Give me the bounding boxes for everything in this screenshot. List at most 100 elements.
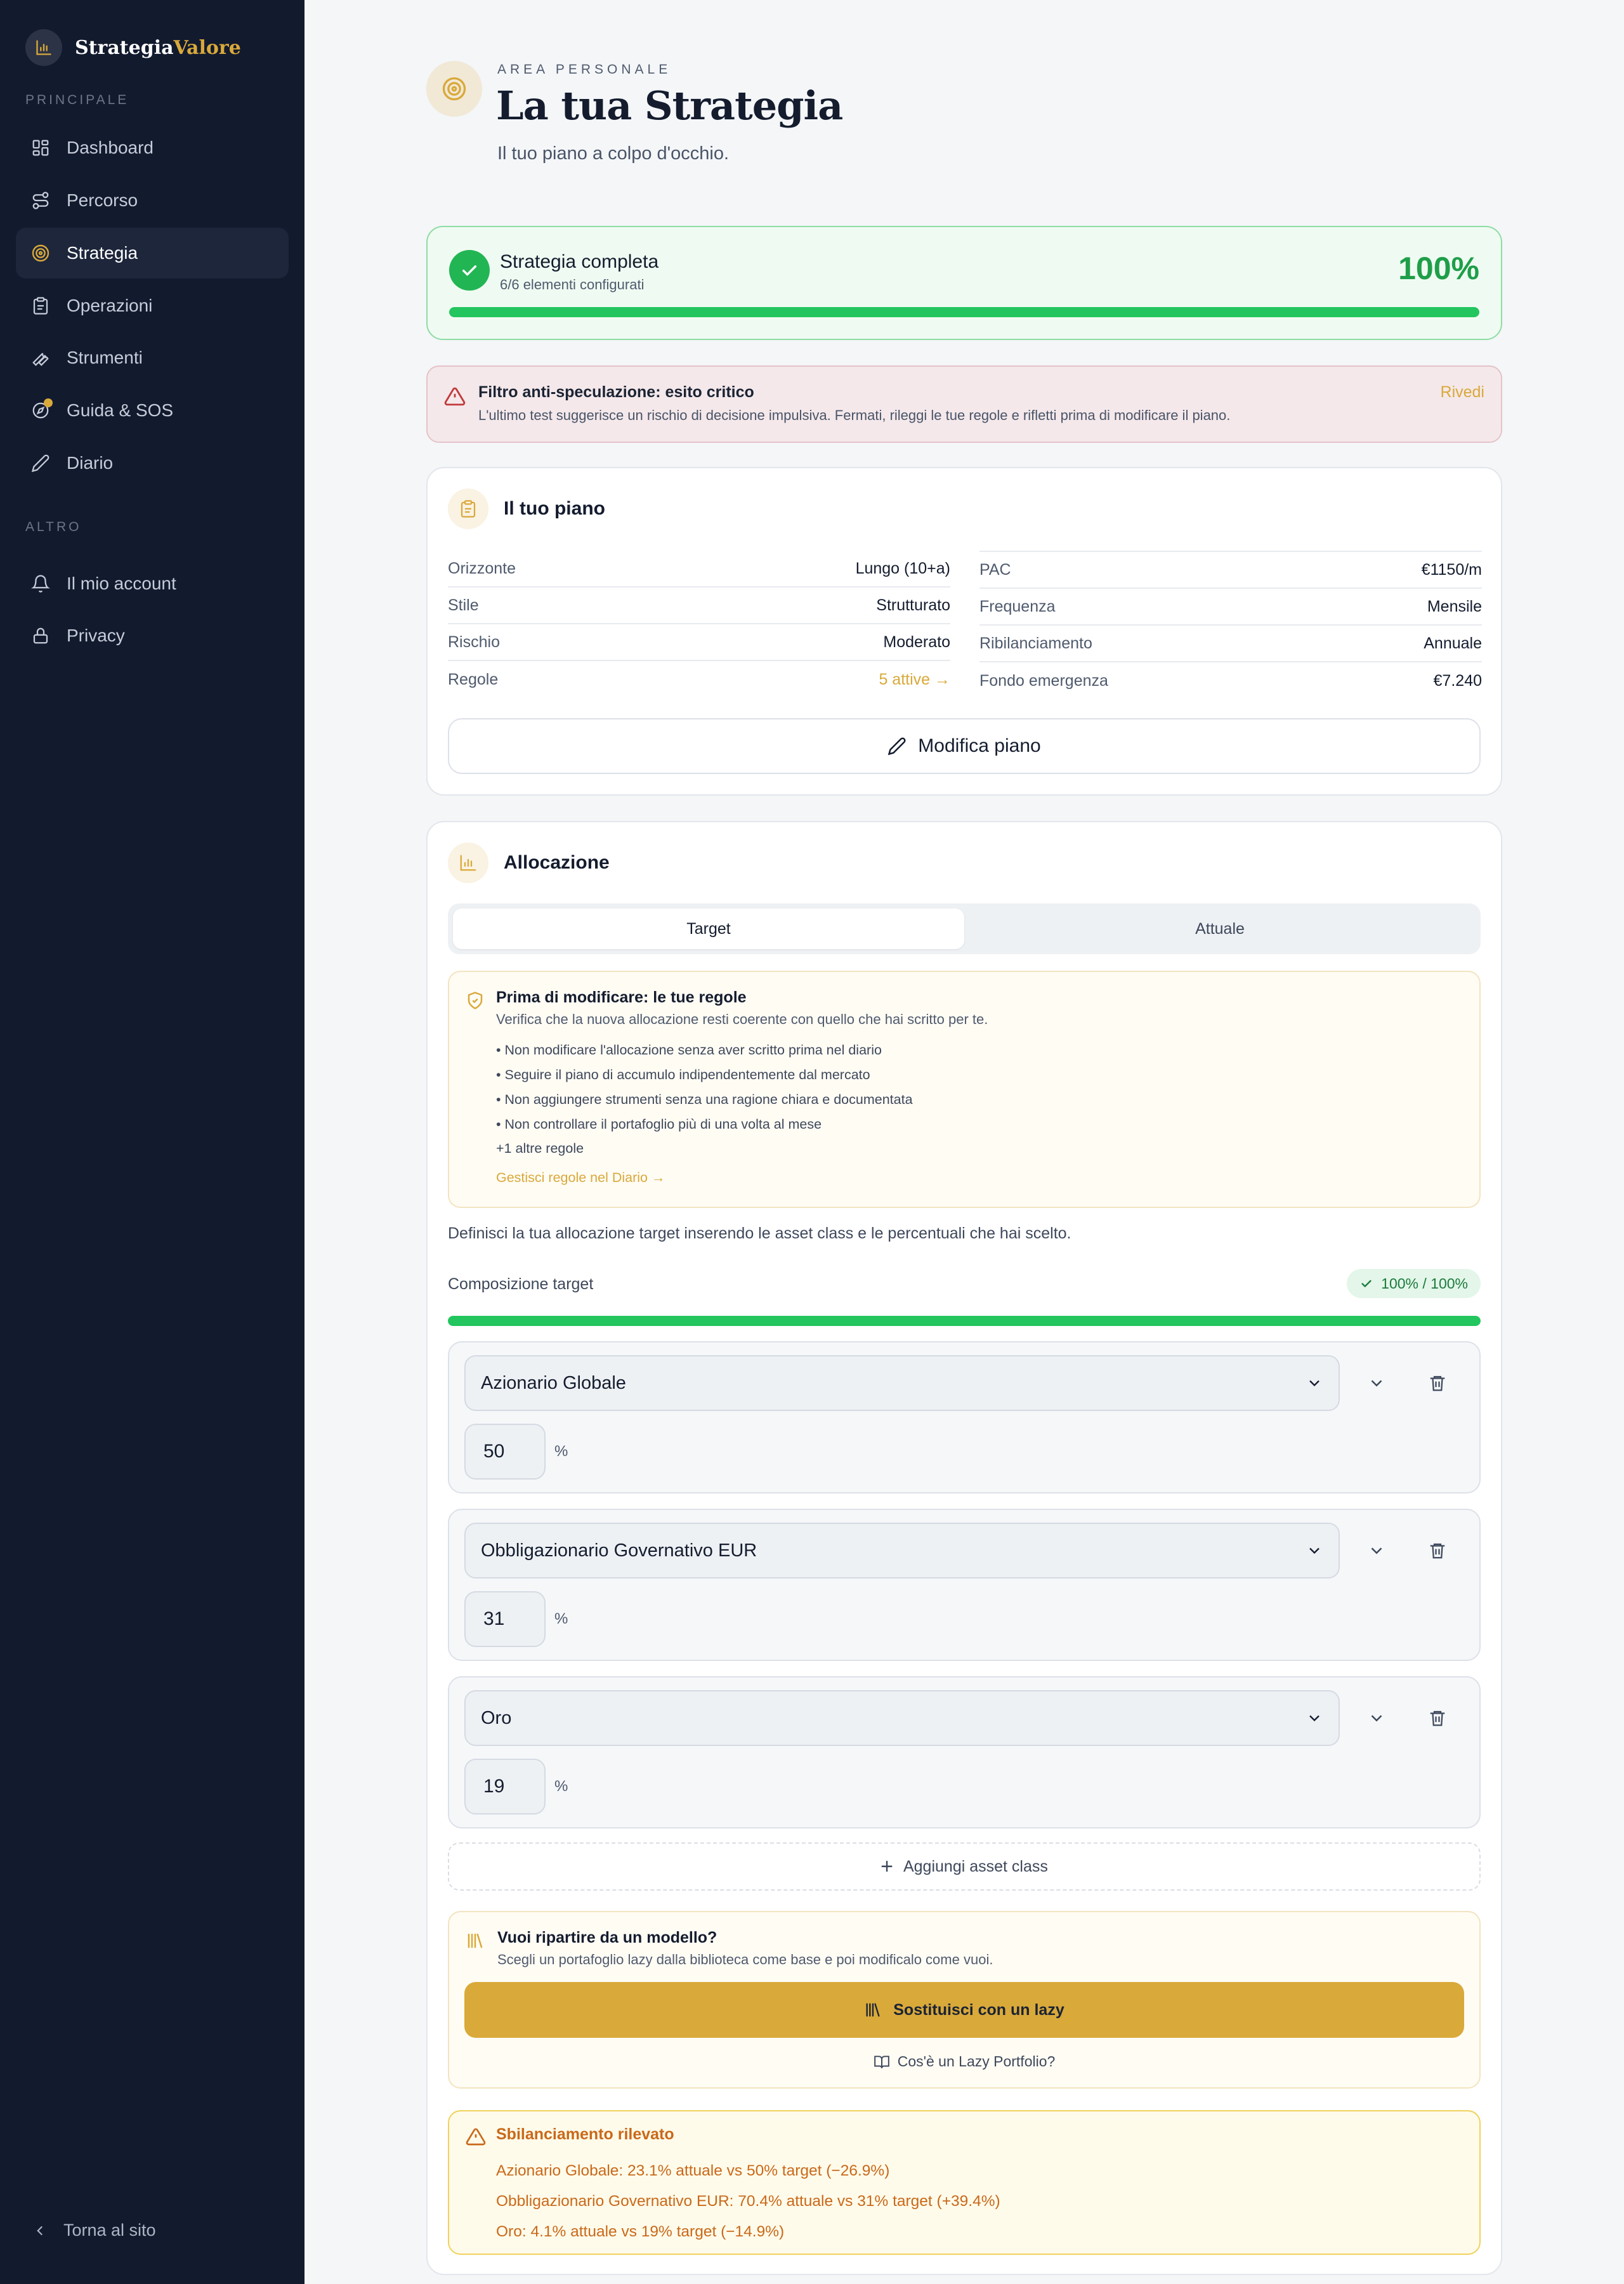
sidebar: StrategiaValore PRINCIPALE Dashboard Per… xyxy=(0,0,304,2284)
clipboard-icon xyxy=(30,295,51,317)
allocation-tabs: Target Attuale xyxy=(448,903,1481,954)
delete-asset-button[interactable] xyxy=(1424,1537,1451,1565)
asset-class-select[interactable]: Oro xyxy=(464,1690,1340,1746)
speculation-alert: Filtro anti-speculazione: esito critico … xyxy=(426,365,1502,443)
completion-progress-fill xyxy=(449,307,1479,317)
sidebar-item-strategia[interactable]: Strategia xyxy=(16,228,289,279)
percent-sign: % xyxy=(554,1610,568,1627)
brand-name: StrategiaValore xyxy=(75,36,241,59)
alert-title: Filtro anti-speculazione: esito critico xyxy=(478,383,754,401)
warning-icon xyxy=(444,386,466,410)
check-icon xyxy=(449,250,490,291)
composition-progress-fill xyxy=(448,1316,1481,1326)
sidebar-item-privacy[interactable]: Privacy xyxy=(16,610,289,661)
sidebar-item-operazioni[interactable]: Operazioni xyxy=(16,280,289,331)
rules-more: +1 altre regole xyxy=(496,1141,584,1156)
sidebar-item-account[interactable]: Il mio account xyxy=(16,558,289,609)
expand-button[interactable] xyxy=(1363,1537,1391,1565)
asset-class-value: Oro xyxy=(481,1707,512,1728)
rules-link[interactable]: 5 attive → xyxy=(879,671,950,689)
route-icon xyxy=(30,190,51,211)
percent-input[interactable]: 50 xyxy=(464,1424,546,1480)
library-icon xyxy=(866,2003,880,2017)
bar-chart-icon xyxy=(25,29,62,66)
lazy-portfolio-info-label: Cos'è un Lazy Portfolio? xyxy=(897,2053,1056,2070)
rule-item: • Non aggiungere strumenti senza una rag… xyxy=(496,1092,913,1107)
target-icon xyxy=(30,242,51,264)
percent-input[interactable]: 31 xyxy=(464,1591,546,1647)
section-label-main: PRINCIPALE xyxy=(25,93,129,107)
rules-title: Prima di modificare: le tue regole xyxy=(496,988,747,1006)
imbalance-warning: Sbilanciamento rilevato Azionario Global… xyxy=(448,2110,1481,2255)
sidebar-item-strumenti[interactable]: Strumenti xyxy=(16,332,289,383)
sidebar-item-label: Il mio account xyxy=(67,574,176,593)
grid-icon xyxy=(30,137,51,159)
sidebar-item-label: Strumenti xyxy=(67,348,143,367)
bar-chart-icon xyxy=(448,843,488,883)
edit-plan-button[interactable]: Modifica piano xyxy=(448,718,1481,774)
allocation-card: Allocazione Target Attuale Prima di modi… xyxy=(426,821,1502,2275)
asset-class-select[interactable]: Azionario Globale xyxy=(464,1355,1340,1411)
back-to-site-link[interactable]: Torna al sito xyxy=(32,2221,156,2240)
composition-badge-text: 100% / 100% xyxy=(1381,1275,1468,1292)
library-icon xyxy=(466,1931,485,1953)
percent-sign: % xyxy=(554,1443,568,1460)
plan-details-right: PAC €1150/m Frequenza Mensile Ribilanciame… xyxy=(979,551,1482,699)
allocation-hint: Definisci la tua allocazione target inse… xyxy=(448,1224,1071,1242)
target-icon xyxy=(426,61,482,117)
sidebar-item-diario[interactable]: Diario xyxy=(16,438,289,489)
plan-row-risk: Rischio Moderato xyxy=(448,624,950,661)
rule-item: • Seguire il piano di accumulo indipende… xyxy=(496,1067,870,1082)
delete-asset-button[interactable] xyxy=(1424,1369,1451,1397)
expand-button[interactable] xyxy=(1363,1369,1391,1397)
brand[interactable]: StrategiaValore xyxy=(25,29,241,66)
rule-item: • Non controllare il portafoglio più di … xyxy=(496,1117,822,1132)
plan-row-pac: PAC €1150/m xyxy=(979,552,1482,589)
asset-row: Obbligazionario Governativo EUR 31 % xyxy=(448,1509,1481,1661)
sidebar-item-label: Strategia xyxy=(67,243,138,263)
composition-progress-bar xyxy=(448,1316,1481,1326)
edit-plan-label: Modifica piano xyxy=(918,735,1041,756)
pencil-icon xyxy=(30,452,51,474)
chevron-down-icon xyxy=(1309,1380,1320,1387)
alert-text: L'ultimo test suggerisce un rischio di d… xyxy=(478,407,1231,423)
chevron-down-icon xyxy=(1309,1547,1320,1554)
manage-rules-link[interactable]: Gestisci regole nel Diario → xyxy=(496,1170,665,1186)
imbalance-list: Azionario Globale: 23.1% attuale vs 50% … xyxy=(496,2156,1000,2247)
trash-icon xyxy=(1430,1543,1445,1559)
pencil-icon xyxy=(887,737,906,756)
asset-class-value: Azionario Globale xyxy=(481,1372,626,1393)
tab-actual[interactable]: Attuale xyxy=(964,909,1476,949)
composition-label: Composizione target xyxy=(448,1275,594,1293)
composition-badge: 100% / 100% xyxy=(1347,1269,1481,1298)
completion-card: Strategia completa 6/6 elementi configur… xyxy=(426,226,1502,340)
sidebar-item-guida-sos[interactable]: Guida & SOS xyxy=(16,385,289,436)
rules-subtitle: Verifica che la nuova allocazione resti … xyxy=(496,1011,988,1027)
lazy-portfolio-info-link[interactable]: Cos'è un Lazy Portfolio? xyxy=(449,2053,1479,2070)
sidebar-item-label: Percorso xyxy=(67,190,138,210)
sidebar-item-dashboard[interactable]: Dashboard xyxy=(16,122,289,173)
rules-reminder: Prima di modificare: le tue regole Verif… xyxy=(448,971,1481,1208)
percent-input[interactable]: 19 xyxy=(464,1759,546,1815)
chevron-down-icon xyxy=(1371,1380,1382,1387)
review-link[interactable]: Rivedi xyxy=(1441,383,1484,402)
expand-button[interactable] xyxy=(1363,1704,1391,1732)
asset-row: Oro 19 % xyxy=(448,1676,1481,1828)
tab-target[interactable]: Target xyxy=(453,909,964,949)
model-subtitle: Scegli un portafoglio lazy dalla bibliot… xyxy=(497,1952,993,1967)
delete-asset-button[interactable] xyxy=(1424,1704,1451,1732)
imbalance-title: Sbilanciamento rilevato xyxy=(496,2125,674,2143)
sidebar-item-percorso[interactable]: Percorso xyxy=(16,175,289,226)
warning-icon xyxy=(466,2127,486,2150)
add-asset-class-button[interactable]: + Aggiungi asset class xyxy=(448,1842,1481,1891)
book-icon xyxy=(874,2055,889,2068)
chevron-down-icon xyxy=(1309,1715,1320,1722)
sidebar-item-label: Privacy xyxy=(67,626,125,645)
replace-with-lazy-button[interactable]: Sostituisci con un lazy xyxy=(464,1982,1464,2038)
plan-row-frequency: Frequenza Mensile xyxy=(979,589,1482,626)
sidebar-item-label: Diario xyxy=(67,453,114,473)
completion-subtitle: 6/6 elementi configurati xyxy=(500,277,645,292)
asset-class-select[interactable]: Obbligazionario Governativo EUR xyxy=(464,1523,1340,1578)
wrench-icon xyxy=(30,347,51,369)
rule-item: • Non modificare l'allocazione senza ave… xyxy=(496,1042,882,1058)
